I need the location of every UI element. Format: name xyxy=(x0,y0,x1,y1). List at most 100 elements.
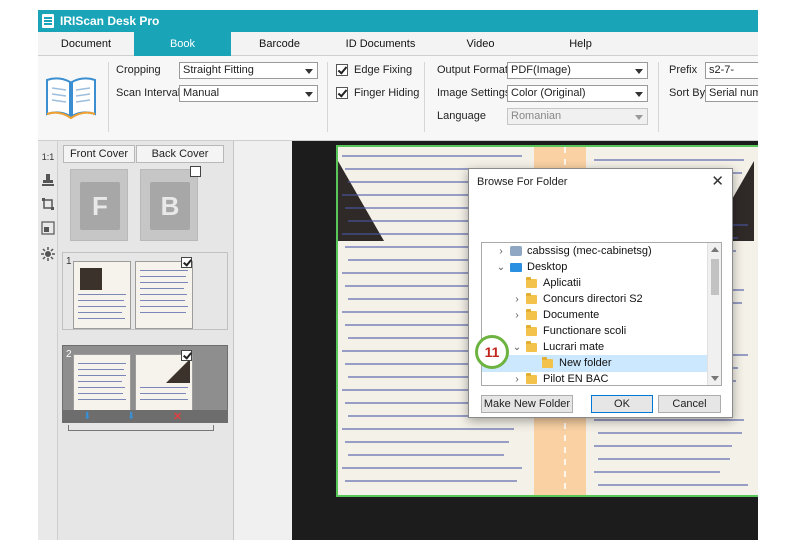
front-cover-slot[interactable]: F xyxy=(70,169,128,241)
output-format-value: PDF(Image) xyxy=(511,64,571,76)
crop-icon[interactable] xyxy=(40,197,56,213)
tree-item[interactable]: › Documente xyxy=(482,307,708,324)
folder-icon xyxy=(526,341,537,352)
image-settings-label: Image Settings xyxy=(437,87,511,99)
folder-icon xyxy=(526,293,537,304)
scroll-up-icon[interactable] xyxy=(711,247,719,252)
folder-icon xyxy=(526,325,537,336)
stamp-icon[interactable] xyxy=(40,173,56,189)
tab-barcode[interactable]: Barcode xyxy=(231,32,328,56)
chevron-right-icon[interactable]: › xyxy=(512,307,522,324)
edge-fixing-checkbox[interactable] xyxy=(336,64,348,76)
sort-by-value: Serial numb xyxy=(709,87,758,99)
tree-item[interactable]: ⌄ Lucrari mate xyxy=(482,339,708,356)
folder-icon xyxy=(542,357,553,368)
app-window: IRIScan Desk Pro Document Book Barcode I… xyxy=(38,10,758,540)
tab-video[interactable]: Video xyxy=(433,32,528,56)
tree-item[interactable]: Functionare scoli xyxy=(482,323,708,340)
scan-interval-label: Scan Interval xyxy=(116,87,181,99)
tab-id-documents[interactable]: ID Documents xyxy=(328,32,433,56)
step-badge: 11 xyxy=(475,335,509,369)
back-cover-slot[interactable]: B xyxy=(140,169,198,241)
prefix-value: s2-7- xyxy=(709,64,735,76)
page-thumbnail[interactable] xyxy=(135,261,193,329)
scan-interval-value: Manual xyxy=(183,87,220,99)
page-thumbnail[interactable] xyxy=(73,261,131,329)
language-value: Romanian xyxy=(511,110,562,122)
chevron-down-icon[interactable]: ⌄ xyxy=(496,259,506,276)
scan-interval-select[interactable]: Manual xyxy=(179,85,318,102)
folder-icon xyxy=(526,309,537,320)
cancel-button[interactable]: Cancel xyxy=(658,395,721,413)
sort-by-select[interactable]: Serial numb xyxy=(705,85,758,102)
ok-button[interactable]: OK xyxy=(591,395,653,413)
image-settings-select[interactable]: Color (Original) xyxy=(507,85,648,102)
app-logo-icon xyxy=(42,14,54,28)
language-label: Language xyxy=(437,110,486,122)
back-cover-placeholder: B xyxy=(150,182,190,230)
tab-bar: Document Book Barcode ID Documents Video… xyxy=(38,32,758,56)
cropping-value: Straight Fitting xyxy=(183,64,254,76)
tree-item[interactable]: › cabssisg (mec-cabinetsg) xyxy=(482,243,708,260)
settings-icon[interactable] xyxy=(40,247,56,263)
delete-icon[interactable]: ✕ xyxy=(173,410,182,423)
thumbnail-panel: Front Cover Back Cover F B 1 2 ⬇ ⬇ ✕ xyxy=(58,141,234,540)
make-new-folder-button[interactable]: Make New Folder xyxy=(481,395,573,413)
page-action-bar: ⬇ ⬇ ✕ xyxy=(63,410,227,423)
tool-strip: 1:1 xyxy=(38,141,58,540)
chevron-right-icon[interactable]: › xyxy=(512,291,522,308)
page-range-bracket xyxy=(68,425,214,431)
finger-hiding-checkbox[interactable] xyxy=(336,87,348,99)
chevron-down-icon xyxy=(635,115,643,120)
page-checkbox[interactable] xyxy=(181,350,192,361)
folder-tree[interactable]: › cabssisg (mec-cabinetsg) ⌄ Desktop Apl… xyxy=(481,242,722,386)
arrow-down-icon[interactable]: ⬇ xyxy=(127,411,135,422)
scroll-thumb[interactable] xyxy=(711,259,719,295)
chevron-right-icon[interactable]: › xyxy=(496,243,506,260)
folder-icon xyxy=(526,277,537,288)
scroll-down-icon[interactable] xyxy=(711,376,719,381)
back-cover-button[interactable]: Back Cover xyxy=(136,145,224,163)
tree-item[interactable]: › Pilot EN BAC xyxy=(482,371,708,385)
tree-item[interactable]: › Concurs directori S2 xyxy=(482,291,708,308)
language-select: Romanian xyxy=(507,108,648,125)
ribbon: Cropping Straight Fitting Scan Interval … xyxy=(38,56,758,141)
cropping-select[interactable]: Straight Fitting xyxy=(179,62,318,79)
tab-help[interactable]: Help xyxy=(528,32,633,56)
chevron-down-icon xyxy=(635,92,643,97)
finger-hiding-label: Finger Hiding xyxy=(354,87,420,99)
browse-for-folder-dialog: Browse For Folder ✕ › cabssisg (mec-cabi… xyxy=(468,168,733,418)
page-group[interactable]: 2 ⬇ ⬇ ✕ xyxy=(62,345,228,423)
page-number: 2 xyxy=(66,349,72,360)
chevron-right-icon[interactable]: › xyxy=(512,371,522,385)
app-title: IRIScan Desk Pro xyxy=(60,14,160,28)
page-checkbox[interactable] xyxy=(181,257,192,268)
chevron-down-icon xyxy=(635,69,643,74)
tab-document[interactable]: Document xyxy=(38,32,134,56)
chevron-down-icon[interactable]: ⌄ xyxy=(512,339,522,356)
close-icon[interactable]: ✕ xyxy=(711,172,724,190)
tree-scrollbar[interactable] xyxy=(707,243,721,385)
dialog-title: Browse For Folder xyxy=(477,176,568,188)
output-format-select[interactable]: PDF(Image) xyxy=(507,62,648,79)
tab-book[interactable]: Book xyxy=(134,32,231,56)
book-mode-icon xyxy=(46,77,96,120)
front-cover-placeholder: F xyxy=(80,182,120,230)
arrow-down-icon[interactable]: ⬇ xyxy=(83,411,91,422)
edge-fixing-label: Edge Fixing xyxy=(354,64,413,76)
network-drive-icon xyxy=(510,246,522,256)
tree-item-selected[interactable]: New folder xyxy=(482,355,708,372)
folder-icon xyxy=(526,373,537,384)
resize-icon[interactable] xyxy=(40,221,56,237)
ratio-label: 1:1 xyxy=(41,152,55,162)
back-cover-checkbox[interactable] xyxy=(190,166,201,177)
image-settings-value: Color (Original) xyxy=(511,87,586,99)
output-format-label: Output Format xyxy=(437,64,508,76)
tree-item[interactable]: ⌄ Desktop xyxy=(482,259,708,276)
tree-item[interactable]: Aplicatii xyxy=(482,275,708,292)
prefix-label: Prefix xyxy=(669,64,698,76)
ratio-button[interactable]: 1:1 xyxy=(40,149,56,165)
page-group[interactable]: 1 xyxy=(62,252,228,330)
prefix-input[interactable]: s2-7- xyxy=(705,62,758,79)
front-cover-button[interactable]: Front Cover xyxy=(63,145,135,163)
